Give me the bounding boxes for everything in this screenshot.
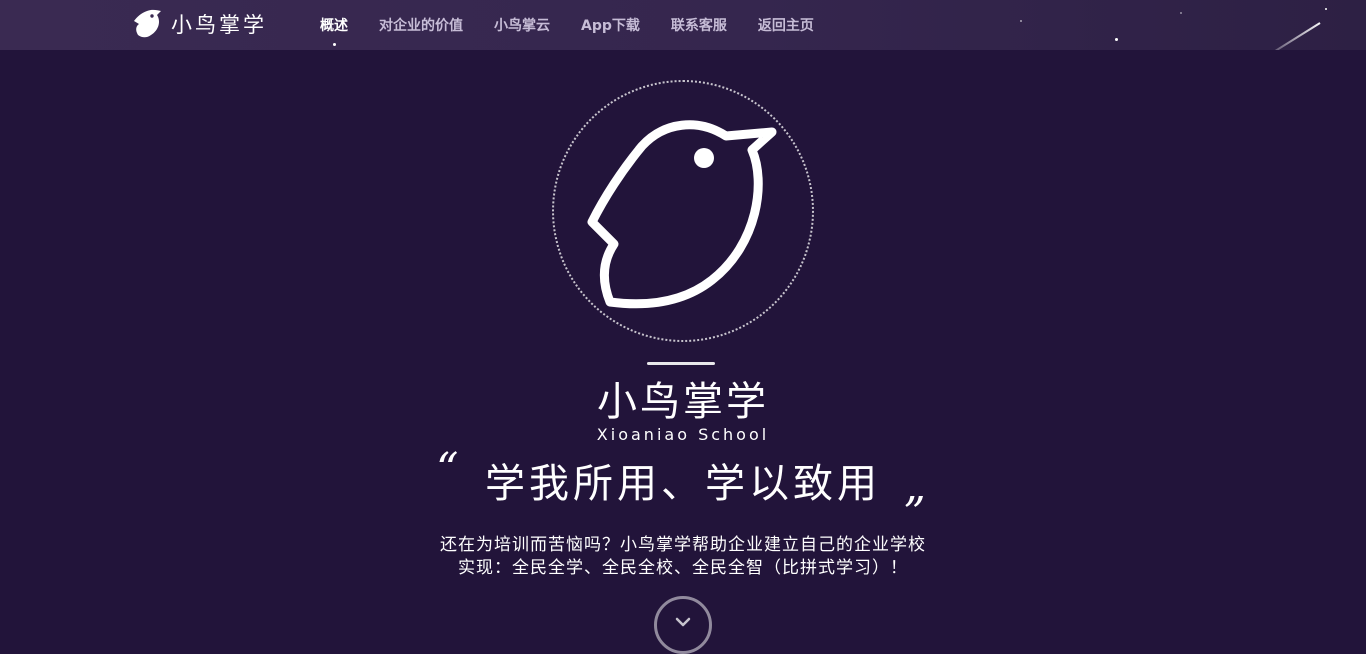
bird-logo-icon [134, 9, 161, 38]
main-nav: 概述 对企业的价值 小鸟掌云 App下载 联系客服 返回主页 [320, 0, 845, 50]
shooting-star [1260, 22, 1321, 50]
nav-item-label: 小鸟掌云 [494, 18, 550, 34]
bird-hero-icon [587, 120, 777, 309]
active-indicator-dot [332, 43, 336, 46]
hero-title: 小鸟掌学 [597, 379, 769, 425]
nav-item-label: 返回主页 [757, 18, 814, 34]
brand-name: 小鸟掌学 [171, 13, 267, 37]
nav-item-label: 联系客服 [670, 18, 727, 34]
top-navigation-bar: 小鸟掌学 概述 对企业的价值 小鸟掌云 App下载 联系客服 返回主页 [0, 0, 1366, 50]
decorative-star [1180, 12, 1182, 14]
decorative-star [1020, 20, 1022, 22]
chevron-down-icon [675, 617, 691, 627]
landing-page: 小鸟掌学 概述 对企业的价值 小鸟掌云 App下载 联系客服 返回主页 小鸟掌学… [0, 0, 1366, 654]
hero-description-line-2: 实现：全民全学、全民全校、全民全智（比拼式学习）！ [458, 558, 908, 578]
decorative-star [1325, 8, 1327, 10]
hero-subtitle: Xioaniao School [596, 425, 770, 444]
hero-divider [647, 362, 715, 365]
nav-item-overview[interactable]: 概述 [320, 15, 348, 46]
decorative-star [1115, 38, 1118, 41]
hero-slogan: 学我所用、学以致用 [485, 461, 881, 507]
hero-description-line-1: 还在为培训而苦恼吗？小鸟掌学帮助企业建立自己的企业学校 [440, 535, 926, 555]
nav-item-label: 对企业的价值 [379, 18, 463, 34]
nav-item-app-download[interactable]: App下载 [581, 15, 640, 35]
brand-logo-link[interactable]: 小鸟掌学 [133, 8, 267, 40]
nav-item-enterprise-value[interactable]: 对企业的价值 [379, 15, 463, 35]
nav-item-xiaoniao-cloud[interactable]: 小鸟掌云 [494, 15, 550, 35]
slogan-container: 学我所用、学以致用 [0, 456, 1366, 512]
nav-item-contact-support[interactable]: 联系客服 [671, 15, 727, 35]
quote-close-mark: ” [903, 488, 926, 539]
scroll-down-button[interactable] [654, 596, 712, 654]
nav-item-back-home[interactable]: 返回主页 [758, 15, 814, 35]
nav-item-label: App下载 [581, 18, 640, 34]
nav-item-label: 概述 [320, 18, 348, 34]
